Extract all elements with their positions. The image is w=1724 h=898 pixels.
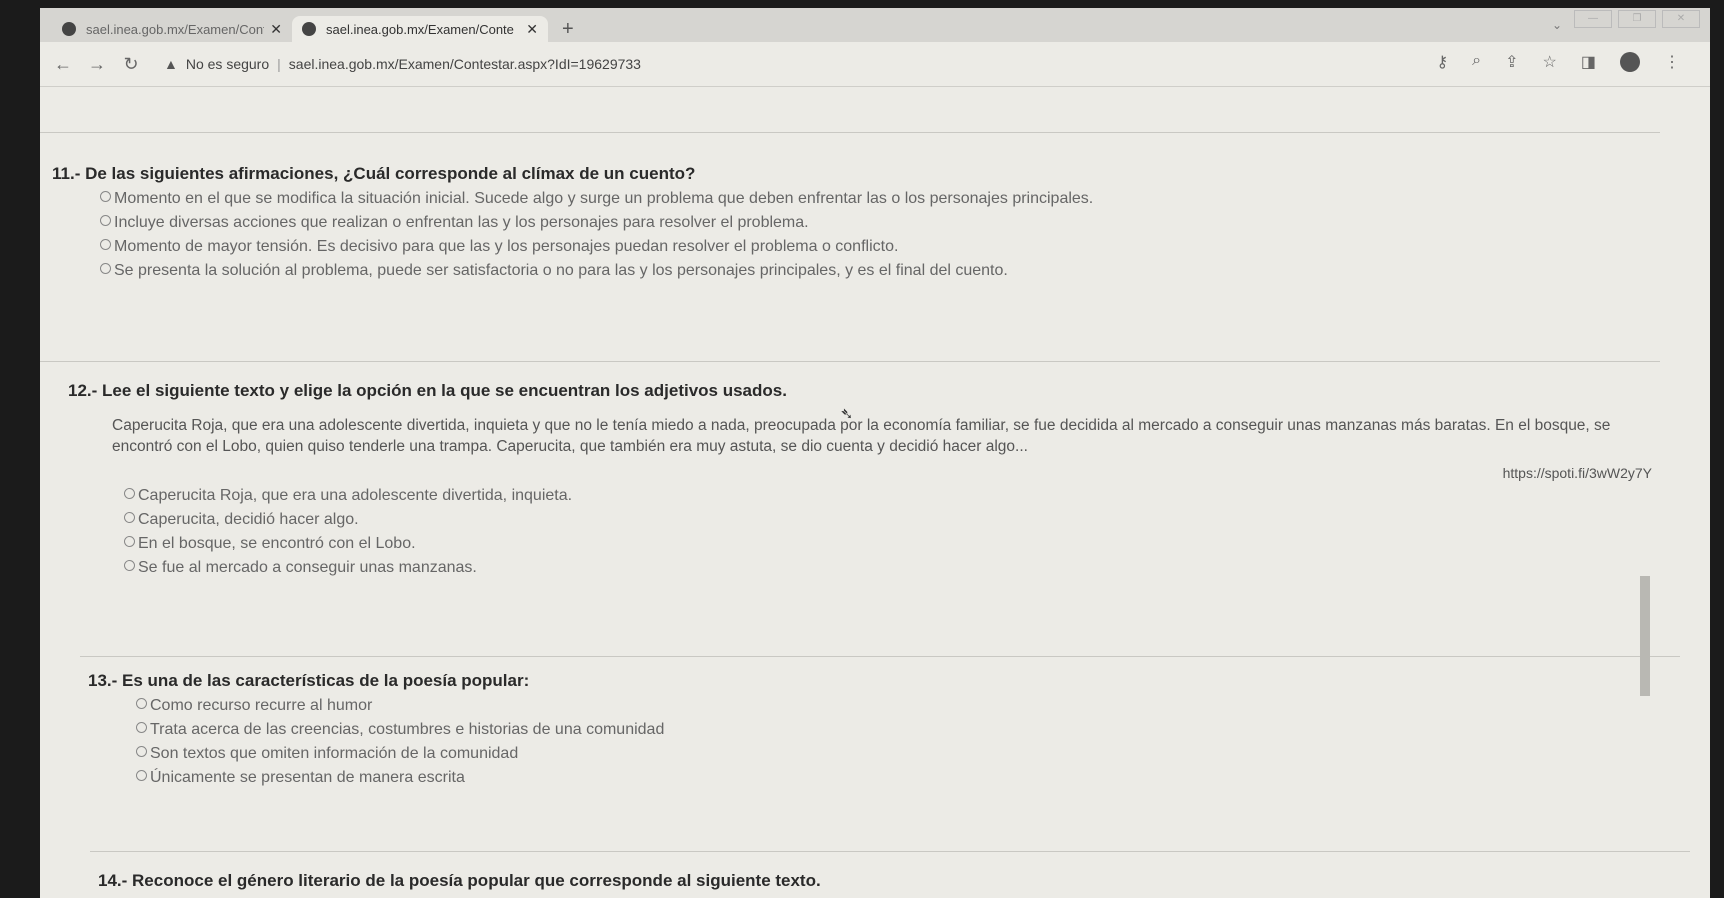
window-controls: — ❐ ✕ (1574, 10, 1700, 28)
question-14: 14.- Reconoce el género literario de la … (98, 871, 821, 891)
chevron-down-icon[interactable]: ⌄ (1552, 18, 1562, 32)
divider (40, 361, 1660, 362)
divider: | (277, 56, 281, 72)
question-title: 12.- Lee el siguiente texto y elige la o… (68, 381, 787, 400)
browser-tab-2[interactable]: sael.inea.gob.mx/Examen/Conte ✕ (292, 16, 548, 42)
side-panel-icon[interactable]: ◨ (1581, 52, 1596, 72)
question-title: 13.- Es una de las características de la… (88, 671, 530, 690)
tab-title: sael.inea.gob.mx/Examen/Conte (326, 21, 514, 37)
maximize-icon[interactable]: ❐ (1618, 10, 1656, 28)
close-window-icon[interactable]: ✕ (1662, 10, 1700, 28)
browser-tab-1[interactable]: sael.inea.gob.mx/Examen/Conte ✕ (52, 16, 292, 42)
question-title: 11.- De las siguientes afirmaciones, ¿Cu… (52, 164, 696, 183)
back-icon[interactable]: ← (46, 54, 80, 75)
option-radio[interactable]: Incluye diversas acciones que realizan o… (100, 214, 1093, 232)
options-list: Momento en el que se modifica la situaci… (100, 190, 1093, 280)
share-icon[interactable]: ⇪ (1505, 52, 1518, 72)
option-radio[interactable]: Únicamente se presentan de manera escrit… (136, 769, 664, 787)
scrollbar[interactable] (1640, 576, 1650, 696)
url-text: sael.inea.gob.mx/Examen/Contestar.aspx?I… (288, 56, 641, 72)
option-radio[interactable]: Como recurso recurre al humor (136, 697, 664, 715)
option-radio[interactable]: Se presenta la solución al problema, pue… (100, 262, 1093, 280)
browser-window: sael.inea.gob.mx/Examen/Conte ✕ sael.ine… (40, 8, 1710, 898)
option-radio[interactable]: Momento de mayor tensión. Es decisivo pa… (100, 238, 1093, 256)
zoom-icon[interactable]: ⌕ (1472, 52, 1481, 72)
menu-icon[interactable]: ⋮ (1664, 52, 1680, 72)
toolbar-actions: ⚷ ⌕ ⇪ ☆ ◨ ⋮ (1436, 52, 1680, 72)
globe-icon (62, 22, 76, 36)
options-list: Caperucita Roja, que era una adolescente… (124, 487, 1672, 577)
star-icon[interactable]: ☆ (1543, 52, 1557, 72)
option-radio[interactable]: Se fue al mercado a conseguir unas manza… (124, 559, 1672, 577)
globe-icon (302, 22, 316, 36)
minimize-icon[interactable]: — (1574, 10, 1612, 28)
option-radio[interactable]: En el bosque, se encontró con el Lobo. (124, 535, 1672, 553)
close-icon[interactable]: ✕ (526, 21, 538, 38)
security-status: No es seguro (185, 56, 270, 72)
question-title: 14.- Reconoce el género literario de la … (98, 871, 821, 890)
question-13: 13.- Es una de las características de la… (88, 671, 664, 787)
option-radio[interactable]: Son textos que omiten información de la … (136, 745, 664, 763)
option-radio[interactable]: Trata acerca de las creencias, costumbre… (136, 721, 664, 739)
divider (40, 132, 1660, 133)
key-icon[interactable]: ⚷ (1436, 52, 1448, 72)
question-12: 12.- Lee el siguiente texto y elige la o… (68, 381, 1672, 577)
tab-bar: sael.inea.gob.mx/Examen/Conte ✕ sael.ine… (40, 8, 1710, 42)
close-icon[interactable]: ✕ (270, 21, 282, 38)
option-radio[interactable]: Caperucita Roja, que era una adolescente… (124, 487, 1672, 505)
browser-toolbar: ← → ↻ ▲ No es seguro | sael.inea.gob.mx/… (40, 42, 1710, 87)
divider (80, 656, 1680, 657)
address-bar[interactable]: ▲ No es seguro | sael.inea.gob.mx/Examen… (164, 56, 641, 72)
avatar[interactable] (1620, 52, 1640, 72)
reload-icon[interactable]: ↻ (114, 54, 148, 75)
options-list: Como recurso recurre al humor Trata acer… (136, 697, 664, 787)
forward-icon[interactable]: → (80, 54, 114, 75)
exam-page: 11.- De las siguientes afirmaciones, ¿Cu… (40, 86, 1710, 898)
new-tab-button[interactable]: + (562, 18, 574, 41)
option-radio[interactable]: Caperucita, decidió hacer algo. (124, 511, 1672, 529)
warning-icon: ▲ (164, 56, 178, 72)
source-link[interactable]: https://spoti.fi/3wW2y7Y (68, 465, 1652, 481)
option-radio[interactable]: Momento en el que se modifica la situaci… (100, 190, 1093, 208)
divider (90, 851, 1690, 852)
tab-title: sael.inea.gob.mx/Examen/Conte (86, 21, 265, 37)
reading-passage: Caperucita Roja, que era una adolescente… (112, 417, 1611, 455)
question-11: 11.- De las siguientes afirmaciones, ¿Cu… (52, 164, 1093, 280)
